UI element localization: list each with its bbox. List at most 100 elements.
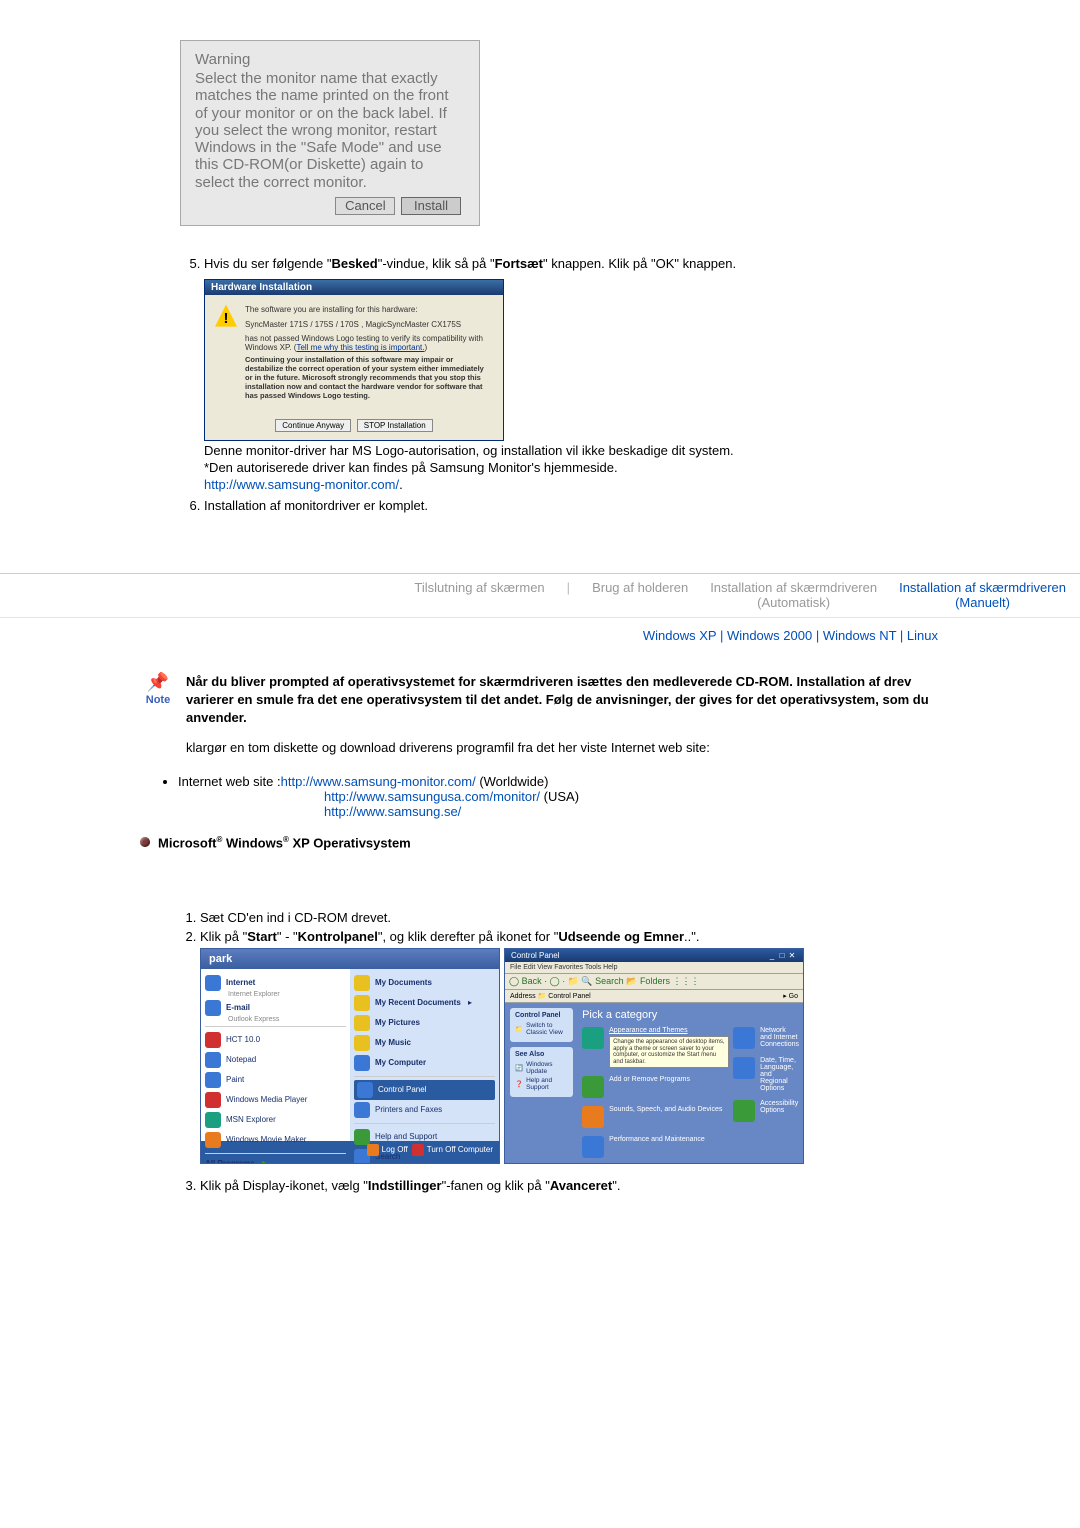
- start-menu-right: My Documents My Recent Documents ▸ My Pi…: [350, 969, 499, 1141]
- cat-appearance[interactable]: Appearance and Themes Change the appeara…: [582, 1027, 729, 1068]
- folder-icon: [354, 1035, 370, 1051]
- tab-holder[interactable]: Brug af holderen: [592, 580, 688, 611]
- sm-internet[interactable]: Internet: [205, 973, 346, 993]
- turnoff-button[interactable]: Turn Off Computer: [412, 1144, 493, 1156]
- wmp-icon: [205, 1092, 221, 1108]
- sm-wmm[interactable]: Windows Movie Maker: [205, 1130, 346, 1150]
- warning-dialog: Warning Select the monitor name that exa…: [180, 40, 480, 226]
- note-block: 📌 Note Når du bliver prompted af operati…: [140, 673, 950, 758]
- tab-connect[interactable]: Tilslutning af skærmen: [414, 580, 544, 611]
- sounds-icon: [582, 1106, 604, 1128]
- control-panel-screenshot: Control Panel _□✕ File Edit View Favorit…: [504, 948, 804, 1164]
- warning-legend: Warning: [195, 51, 465, 68]
- link-windows-2000[interactable]: Windows 2000: [727, 628, 812, 643]
- note-label: Note: [140, 693, 176, 708]
- app-icon: [205, 1032, 221, 1048]
- note-plain-text: klargør en tom diskette og download driv…: [186, 739, 950, 757]
- help-icon: [354, 1129, 370, 1145]
- appearance-icon: [582, 1027, 604, 1049]
- os-links-row: Windows XP | Windows 2000 | Windows NT |…: [140, 618, 950, 663]
- hw-body-text: The software you are installing for this…: [245, 305, 493, 400]
- access-icon: [733, 1100, 755, 1122]
- link-worldwide[interactable]: http://www.samsung-monitor.com/: [281, 774, 476, 789]
- cp-toolbar[interactable]: ◯ Back · ◯ · 📁 🔍 Search 📂 Folders ⋮⋮⋮: [505, 974, 803, 990]
- continue-anyway-button[interactable]: Continue Anyway: [275, 419, 351, 432]
- start-menu-screenshot: park Internet Internet Explorer E-mail O…: [200, 948, 500, 1164]
- why-testing-link[interactable]: Tell me why this testing is important.: [296, 343, 424, 352]
- datetime-icon: [733, 1057, 755, 1079]
- folder-icon: [354, 1015, 370, 1031]
- sm-email[interactable]: E-mail: [205, 998, 346, 1018]
- logoff-icon: [367, 1144, 379, 1156]
- sm-controlpanel[interactable]: Control Panel: [354, 1080, 495, 1100]
- switch-classic-link[interactable]: 📁 Switch to Classic View: [515, 1022, 568, 1036]
- sm-recent[interactable]: My Recent Documents ▸: [354, 993, 495, 1013]
- xp-step-3: Klik på Display-ikonet, vælg "Indstillin…: [200, 1178, 950, 1193]
- step-5: Hvis du ser følgende "Besked"-vindue, kl…: [204, 256, 950, 494]
- link-se[interactable]: http://www.samsung.se/: [324, 804, 461, 819]
- section-tabs: Tilslutning af skærmen | Brug af holdere…: [0, 573, 1080, 618]
- sm-mydocs[interactable]: My Documents: [354, 973, 495, 993]
- controlpanel-icon: [357, 1082, 373, 1098]
- sm-mymusic[interactable]: My Music: [354, 1033, 495, 1053]
- sm-mypics[interactable]: My Pictures: [354, 1013, 495, 1033]
- tab-driver-auto[interactable]: Installation af skærmdriveren (Automatis…: [710, 580, 877, 611]
- hardware-install-dialog: Hardware Installation ! The software you…: [204, 279, 504, 441]
- msn-icon: [205, 1112, 221, 1128]
- bullet-icon: [140, 837, 150, 847]
- folders-icon[interactable]: 📂: [626, 976, 637, 986]
- xp-step-1: Sæt CD'en ind i CD-ROM drevet.: [200, 910, 950, 925]
- cp-panel-main: Control Panel 📁 Switch to Classic View: [510, 1008, 573, 1042]
- steps-list-top: Hvis du ser følgende "Besked"-vindue, kl…: [180, 256, 950, 513]
- up-icon[interactable]: 📁: [568, 976, 579, 986]
- search-icon[interactable]: 🔍: [581, 976, 592, 986]
- warning-triangle-icon: !: [215, 305, 237, 327]
- screenshots-row: park Internet Internet Explorer E-mail O…: [200, 948, 950, 1164]
- warning-body: Select the monitor name that exactly mat…: [195, 68, 465, 191]
- stop-installation-button[interactable]: STOP Installation: [357, 419, 433, 432]
- install-button[interactable]: Install: [401, 197, 461, 215]
- power-icon: [412, 1144, 424, 1156]
- cat-performance[interactable]: Performance and Maintenance: [582, 1136, 729, 1158]
- windows-update-link[interactable]: 🔄 Windows Update: [515, 1061, 568, 1075]
- cp-heading: Pick a category: [582, 1009, 799, 1021]
- printer-icon: [354, 1102, 370, 1118]
- help-support-link[interactable]: ❓ Help and Support: [515, 1077, 568, 1091]
- sm-msn[interactable]: MSN Explorer: [205, 1110, 346, 1130]
- cp-address-bar[interactable]: Address 📁 Control Panel ▸ Go: [505, 990, 803, 1003]
- cat-sounds[interactable]: Sounds, Speech, and Audio Devices: [582, 1106, 729, 1128]
- sm-hct[interactable]: HCT 10.0: [205, 1030, 346, 1050]
- xp-step-2: Klik på "Start" - "Kontrolpanel", og kli…: [200, 929, 950, 1164]
- link-windows-xp[interactable]: Windows XP: [643, 628, 716, 643]
- back-icon[interactable]: ◯: [509, 976, 519, 986]
- perf-icon: [582, 1136, 604, 1158]
- cat-datetime[interactable]: Date, Time, Language, and Regional Optio…: [733, 1057, 799, 1092]
- logoff-button[interactable]: Log Off: [367, 1144, 408, 1156]
- cat-addremove[interactable]: Add or Remove Programs: [582, 1076, 729, 1098]
- link-usa[interactable]: http://www.samsungusa.com/monitor/: [324, 789, 540, 804]
- computer-icon: [354, 1055, 370, 1071]
- cp-main: Pick a category Appearance and Themes Ch…: [578, 1003, 803, 1172]
- sm-paint[interactable]: Paint: [205, 1070, 346, 1090]
- cp-sidebar: Control Panel 📁 Switch to Classic View S…: [505, 1003, 578, 1172]
- cat-accessibility[interactable]: Accessibility Options: [733, 1100, 799, 1122]
- cat-network[interactable]: Network and Internet Connections: [733, 1027, 799, 1049]
- samsung-monitor-link[interactable]: http://www.samsung-monitor.com/: [204, 477, 399, 492]
- fwd-icon[interactable]: ◯: [550, 976, 560, 986]
- sm-mycomputer[interactable]: My Computer: [354, 1053, 495, 1073]
- link-windows-nt[interactable]: Windows NT: [823, 628, 896, 643]
- website-list: Internet web site :http://www.samsung-mo…: [150, 774, 950, 819]
- window-controls[interactable]: _□✕: [767, 951, 797, 960]
- sm-wmp[interactable]: Windows Media Player: [205, 1090, 346, 1110]
- sm-notepad[interactable]: Notepad: [205, 1050, 346, 1070]
- cp-menubar[interactable]: File Edit View Favorites Tools Help: [505, 962, 803, 974]
- tab-driver-manual[interactable]: Installation af skærmdriveren (Manuelt): [899, 580, 1066, 611]
- notepad-icon: [205, 1052, 221, 1068]
- cancel-button[interactable]: Cancel: [335, 197, 395, 215]
- note-bold-text: Når du bliver prompted af operativsystem…: [186, 673, 950, 728]
- cp-panel-seealso: See Also 🔄 Windows Update ❓ Help and Sup…: [510, 1047, 573, 1097]
- sm-printers[interactable]: Printers and Faxes: [354, 1100, 495, 1120]
- wmm-icon: [205, 1132, 221, 1148]
- link-linux[interactable]: Linux: [907, 628, 938, 643]
- start-menu-left: Internet Internet Explorer E-mail Outloo…: [201, 969, 350, 1141]
